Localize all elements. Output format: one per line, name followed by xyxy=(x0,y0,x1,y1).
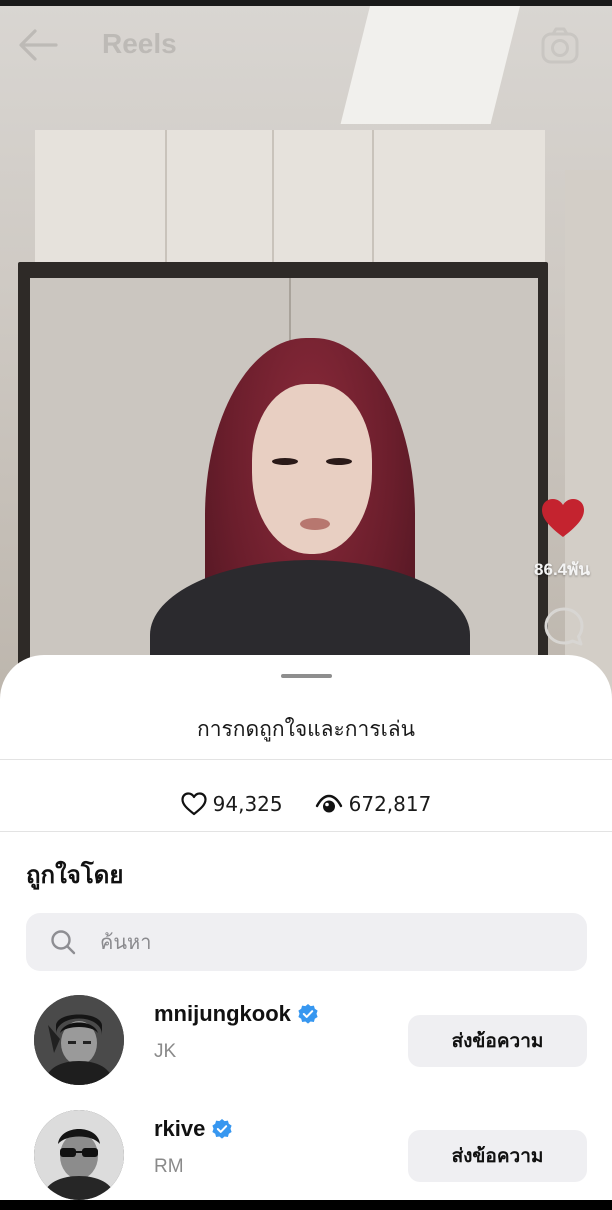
avatar-image xyxy=(34,1110,124,1200)
reel-scene-seam xyxy=(165,130,167,280)
reel-person-lips xyxy=(300,518,330,530)
reels-header: Reels xyxy=(0,18,612,74)
reel-video[interactable] xyxy=(0,0,612,700)
reel-person-eye xyxy=(326,458,352,465)
sheet-grabber[interactable] xyxy=(281,674,332,678)
reel-scene-seam xyxy=(372,130,374,280)
username-wrap: mnijungkook xyxy=(154,1001,319,1027)
reel-scene-wall xyxy=(35,130,545,280)
reel-like-count: 86.4พัน xyxy=(534,560,590,579)
liked-by-heading: ถูกใจโดย xyxy=(26,861,124,889)
avatar[interactable] xyxy=(34,1110,124,1200)
camera-icon[interactable] xyxy=(540,26,580,66)
page-title: Reels xyxy=(102,28,177,59)
reel-scene-seam xyxy=(272,130,274,280)
likes-plays-sheet: การกดถูกใจและการเล่น 94,325 672,817 ถูกใ… xyxy=(0,655,612,1200)
stats-row: 94,325 672,817 xyxy=(0,779,612,829)
reel-person-eye xyxy=(272,458,298,465)
search-input[interactable] xyxy=(100,913,560,971)
username-wrap: rkive xyxy=(154,1116,233,1142)
list-item[interactable]: rkive RM ส่งข้อความ xyxy=(0,1110,612,1210)
plays-count: 672,817 xyxy=(348,792,432,816)
avatar[interactable] xyxy=(34,995,124,1085)
divider xyxy=(0,831,612,832)
display-name: RM xyxy=(154,1156,184,1177)
divider xyxy=(0,759,612,760)
display-name: JK xyxy=(154,1041,177,1062)
comment-icon[interactable] xyxy=(543,606,585,648)
verified-badge-icon xyxy=(212,1119,232,1139)
likes-count: 94,325 xyxy=(212,792,283,816)
list-item[interactable]: mnijungkook JK ส่งข้อความ xyxy=(0,995,612,1095)
avatar-image xyxy=(34,995,124,1085)
sheet-title: การกดถูกใจและการเล่น xyxy=(197,717,415,741)
likes-stat: 94,325 xyxy=(181,792,283,816)
username[interactable]: rkive xyxy=(154,1116,205,1142)
eye-icon xyxy=(315,794,342,813)
send-message-button[interactable]: ส่งข้อความ xyxy=(408,1130,587,1182)
plays-stat: 672,817 xyxy=(315,792,432,816)
search-icon xyxy=(51,930,76,955)
heart-icon[interactable] xyxy=(540,497,586,539)
verified-badge-icon xyxy=(298,1004,318,1024)
arrow-left-icon[interactable] xyxy=(18,28,58,62)
username[interactable]: mnijungkook xyxy=(154,1001,291,1027)
heart-outline-icon xyxy=(181,792,207,816)
send-message-button[interactable]: ส่งข้อความ xyxy=(408,1015,587,1067)
search-bar[interactable] xyxy=(26,913,587,971)
